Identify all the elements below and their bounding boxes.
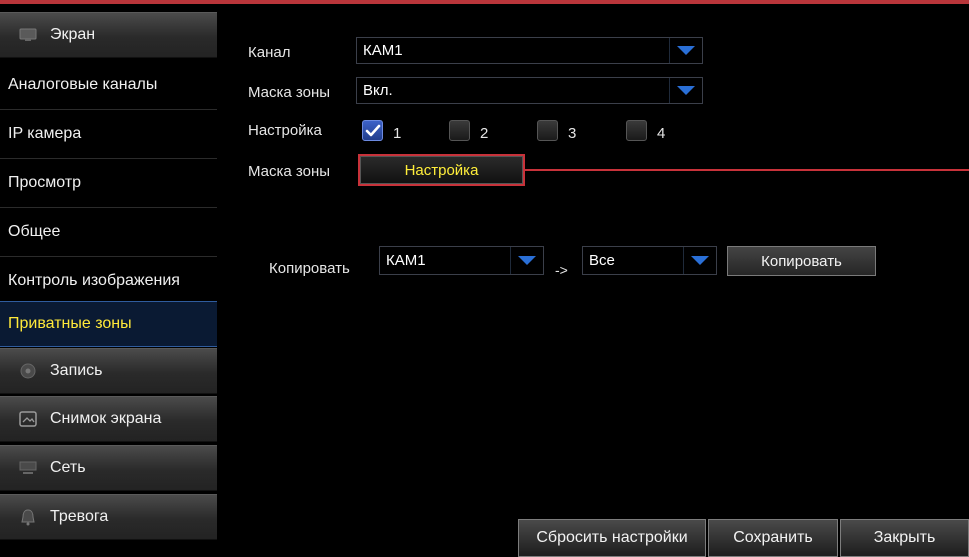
setup-label: Настройка xyxy=(248,122,322,139)
network-icon xyxy=(18,459,38,477)
mask-zone-setup-label: Маска зоны xyxy=(248,163,331,180)
chevron-down-icon[interactable] xyxy=(669,38,702,63)
sidebar-item-ip-camera[interactable]: IP камера xyxy=(0,110,217,159)
snapshot-icon xyxy=(18,410,38,428)
save-label: Сохранить xyxy=(733,529,813,546)
close-button[interactable]: Закрыть xyxy=(840,519,969,557)
sidebar-category-snapshot[interactable]: Снимок экрана xyxy=(0,396,217,442)
copy-from-select[interactable]: КАМ1 xyxy=(379,246,544,275)
sidebar-category-label: Снимок экрана xyxy=(50,410,162,427)
copy-button[interactable]: Копировать xyxy=(727,246,876,276)
copy-from-value: КАМ1 xyxy=(386,252,426,269)
channel-select[interactable]: КАМ1 xyxy=(356,37,703,64)
sidebar-item-preview[interactable]: Просмотр xyxy=(0,159,217,208)
sidebar-item-general[interactable]: Общее xyxy=(0,208,217,257)
sidebar-category-record[interactable]: Запись xyxy=(0,348,217,394)
highlight-callout-line xyxy=(525,169,969,171)
chevron-down-icon[interactable] xyxy=(683,247,716,274)
zone-1-checkbox[interactable] xyxy=(362,120,383,141)
zone-2-label: 2 xyxy=(480,125,489,142)
channel-label: Канал xyxy=(248,44,291,61)
sidebar-item-analog-channels[interactable]: Аналоговые каналы xyxy=(0,61,217,110)
sidebar-item-label: Контроль изображения xyxy=(8,272,180,289)
sidebar: Экран Аналоговые каналы IP камера Просмо… xyxy=(0,4,217,557)
monitor-icon xyxy=(18,26,38,44)
copy-button-label: Копировать xyxy=(761,252,842,270)
sidebar-category-label: Тревога xyxy=(50,508,109,525)
channel-select-value: КАМ1 xyxy=(363,42,403,59)
sidebar-category-network[interactable]: Сеть xyxy=(0,445,217,491)
sidebar-item-label: Аналоговые каналы xyxy=(8,76,158,93)
zone-2-checkbox[interactable] xyxy=(449,120,470,141)
sidebar-category-screen[interactable]: Экран xyxy=(0,12,217,58)
save-button[interactable]: Сохранить xyxy=(708,519,838,557)
sidebar-item-image-control[interactable]: Контроль изображения xyxy=(0,257,217,306)
close-label: Закрыть xyxy=(873,529,936,546)
chevron-down-icon[interactable] xyxy=(669,78,702,103)
zone-4-checkbox[interactable] xyxy=(626,120,647,141)
mask-zone-select[interactable]: Вкл. xyxy=(356,77,703,104)
copy-arrow-text: -> xyxy=(555,262,568,278)
mask-zone-select-value: Вкл. xyxy=(363,82,393,99)
reset-settings-button[interactable]: Сбросить настройки xyxy=(518,519,706,557)
sidebar-item-label: Просмотр xyxy=(8,174,82,191)
sidebar-item-label: Общее xyxy=(8,223,61,240)
sidebar-category-label: Экран xyxy=(50,26,96,43)
sidebar-item-label: IP камера xyxy=(8,125,82,142)
sidebar-category-label: Запись xyxy=(50,362,103,379)
copy-to-select[interactable]: Все xyxy=(582,246,717,275)
settings-panel: Канал КАМ1 Маска зоны Вкл. Настройка 1 2… xyxy=(217,4,969,557)
zone-4-label: 4 xyxy=(657,125,666,142)
record-icon xyxy=(18,362,38,380)
zone-3-checkbox[interactable] xyxy=(537,120,558,141)
sidebar-item-privacy-zones[interactable]: Приватные зоны xyxy=(0,301,217,347)
copy-to-value: Все xyxy=(589,252,615,269)
sidebar-item-label: Приватные зоны xyxy=(8,315,132,332)
mask-zone-setup-button[interactable]: Настройка xyxy=(358,154,525,186)
chevron-down-icon[interactable] xyxy=(510,247,543,274)
sidebar-category-alarm[interactable]: Тревога xyxy=(0,494,217,540)
reset-settings-label: Сбросить настройки xyxy=(536,529,688,546)
mask-zone-setup-button-label: Настройка xyxy=(404,161,479,179)
zone-3-label: 3 xyxy=(568,125,577,142)
alarm-icon xyxy=(18,508,38,526)
mask-zone-label: Маска зоны xyxy=(248,84,331,101)
zone-1-label: 1 xyxy=(393,125,402,142)
sidebar-category-label: Сеть xyxy=(50,459,86,476)
copy-label: Копировать xyxy=(269,260,350,277)
check-icon xyxy=(365,124,380,136)
